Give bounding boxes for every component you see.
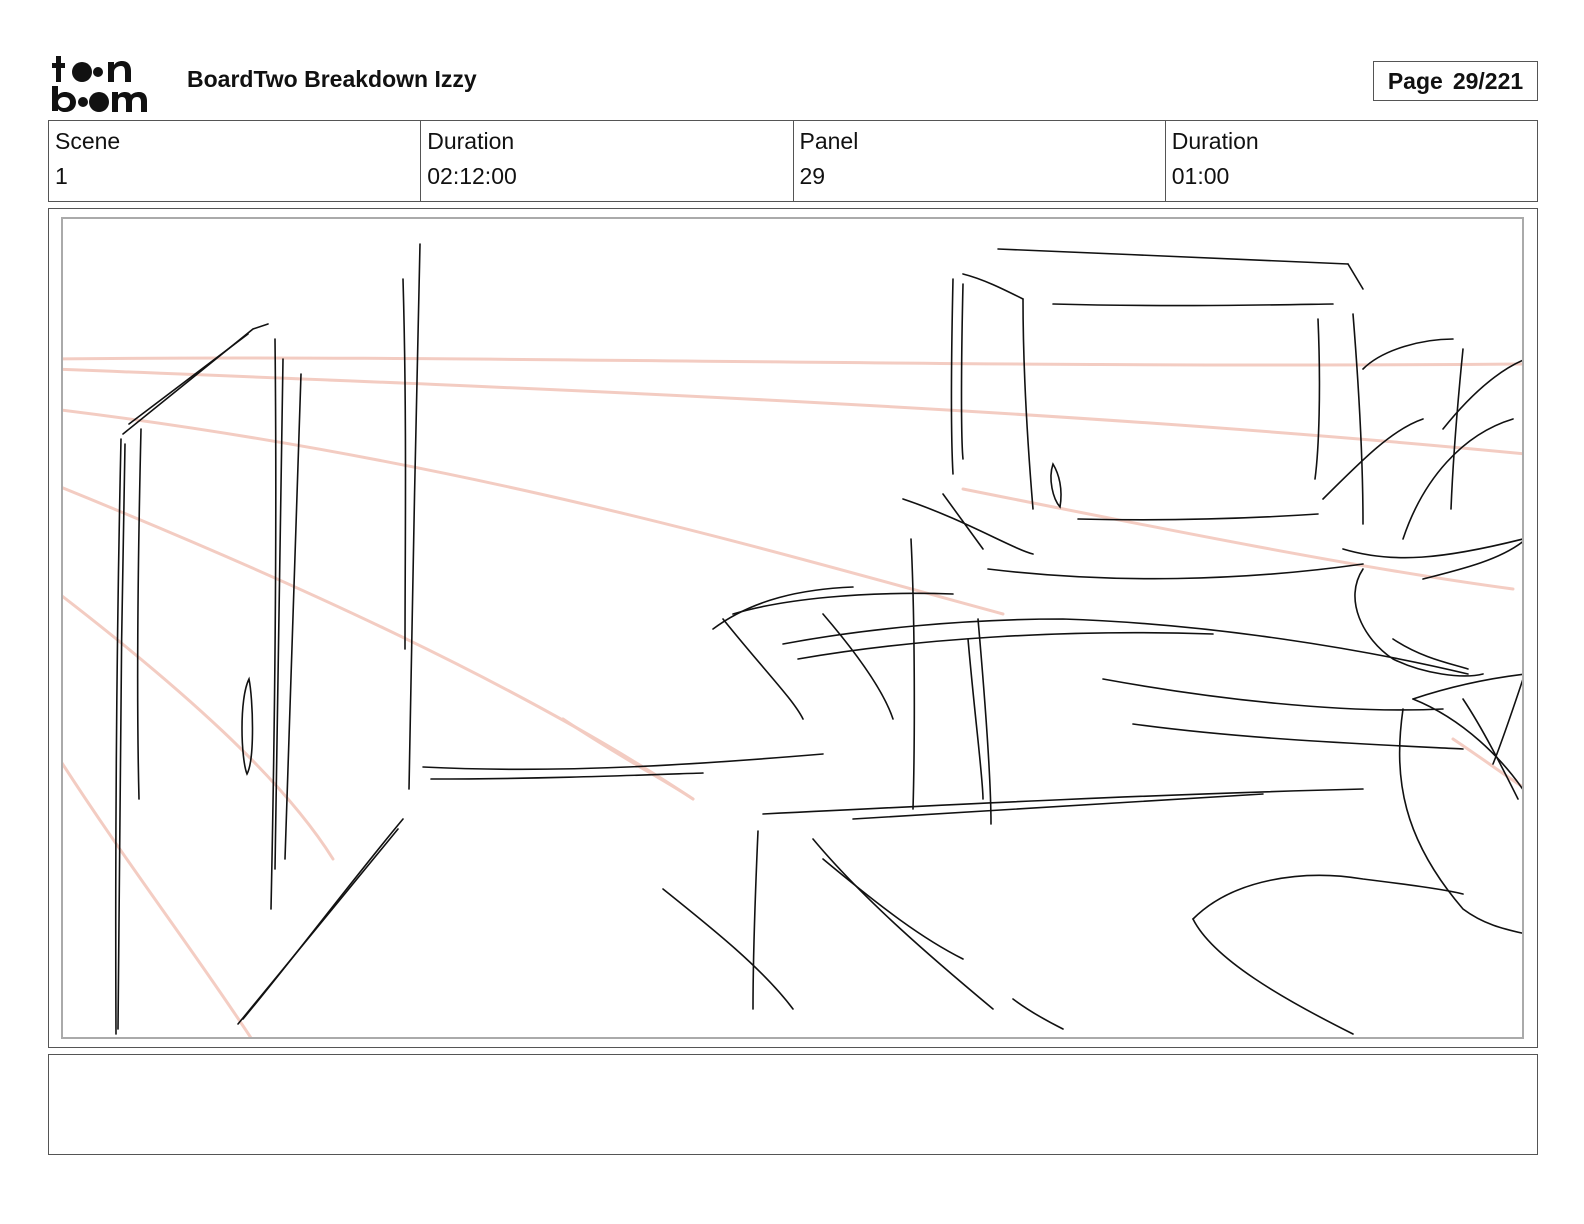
panel-cell: Panel 29 (794, 121, 1166, 201)
panel-duration-label: Duration (1171, 128, 1259, 154)
logo-mark-icon (52, 56, 147, 112)
panel-duration-cell: Duration 01:00 (1166, 121, 1537, 201)
panel-frame (48, 208, 1538, 1048)
panel-image (61, 217, 1524, 1039)
panel-value: 29 (799, 163, 826, 189)
page-indicator: Page 29/221 (1373, 61, 1538, 101)
project-title: BoardTwo Breakdown Izzy (187, 66, 477, 92)
page-number: 29/221 (1452, 67, 1524, 94)
page-label: Page (1387, 67, 1443, 94)
scene-duration-value: 02:12:00 (427, 163, 517, 189)
scene-duration-label: Duration (427, 128, 515, 154)
panel-duration-value: 01:00 (1171, 163, 1230, 189)
scene-label: Scene (55, 128, 121, 154)
toon-boom-logo (52, 52, 164, 112)
rough-sketch-drawing (63, 243, 1522, 1037)
scene-duration-cell: Duration 02:12:00 (421, 121, 794, 201)
scene-value: 1 (55, 163, 68, 189)
panel-info-table: Scene 1 Duration 02:12:00 Panel 29 Durat… (48, 120, 1538, 202)
panel-notes-area (48, 1054, 1538, 1155)
panel-label: Panel (799, 128, 859, 154)
scene-cell: Scene 1 (49, 121, 422, 201)
